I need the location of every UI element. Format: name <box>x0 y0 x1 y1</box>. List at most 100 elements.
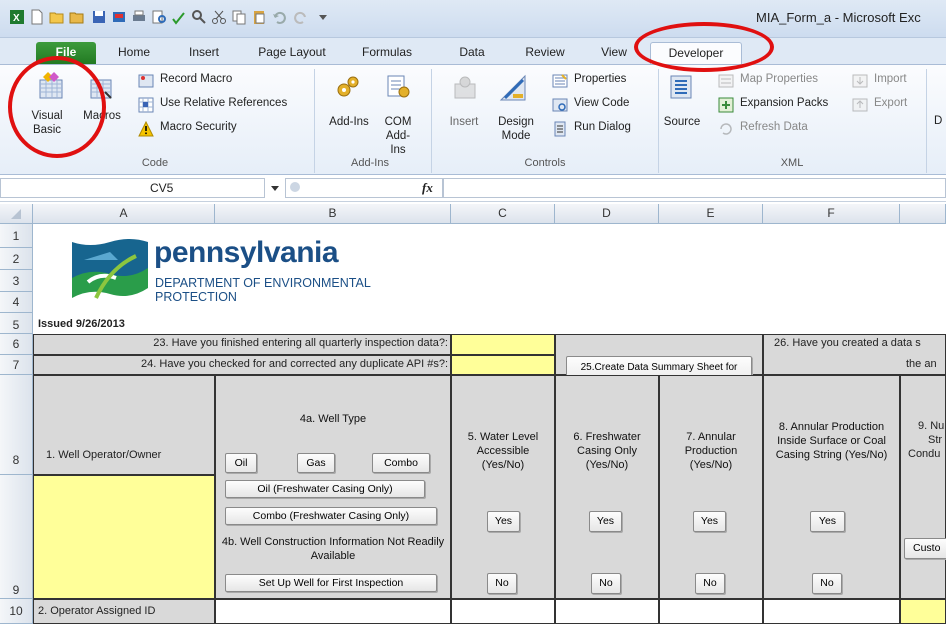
paste-icon[interactable] <box>250 8 268 26</box>
yes-button-f[interactable]: Yes <box>810 511 845 532</box>
row-header-10[interactable]: 10 <box>0 599 33 624</box>
column-header-f[interactable]: F <box>763 204 900 224</box>
save-icon[interactable] <box>90 8 108 26</box>
insert-control-icon[interactable] <box>450 73 480 103</box>
spelling-icon[interactable] <box>170 8 188 26</box>
cell-c10[interactable] <box>451 599 555 624</box>
column-header-b[interactable]: B <box>215 204 451 224</box>
map-properties-button[interactable]: Map Properties <box>740 73 818 85</box>
insert-control-button[interactable]: Insert <box>446 115 482 129</box>
construction-info-header: 4b. Well Construction Information Not Re… <box>221 536 445 562</box>
select-all-corner[interactable] <box>0 204 33 224</box>
custom-button[interactable]: Custo <box>904 538 946 559</box>
properties-button[interactable]: Properties <box>574 73 626 85</box>
column-header-a[interactable]: A <box>33 204 215 224</box>
operator-assigned-id-label: 2. Operator Assigned ID <box>38 605 156 617</box>
expansion-packs-button[interactable]: Expansion Packs <box>740 97 828 109</box>
email-icon[interactable] <box>110 8 128 26</box>
source-button[interactable]: Source <box>662 115 702 129</box>
excel-logo-icon[interactable]: X <box>8 8 26 26</box>
tab-insert[interactable]: Insert <box>182 42 226 64</box>
redo-icon[interactable] <box>292 8 310 26</box>
cell-f10[interactable] <box>763 599 900 624</box>
add-ins-icon[interactable] <box>334 73 362 101</box>
row-header-9[interactable]: 9 <box>0 475 33 599</box>
combo-freshwater-button[interactable]: Combo (Freshwater Casing Only) <box>225 507 437 525</box>
row-header-7[interactable]: 7 <box>0 355 33 375</box>
print-icon[interactable] <box>130 8 148 26</box>
column-header-e[interactable]: E <box>659 204 763 224</box>
properties-icon <box>552 73 568 89</box>
view-code-button[interactable]: View Code <box>574 97 629 109</box>
design-mode-button[interactable]: Design Mode <box>494 115 538 143</box>
title-bar: X MIA_Form_a - Microsoft Exc <box>0 0 946 38</box>
logo-title: pennsylvania <box>154 236 339 269</box>
refresh-data-button[interactable]: Refresh Data <box>740 121 808 133</box>
well-operator-input[interactable] <box>33 475 215 599</box>
export-button[interactable]: Export <box>874 97 907 109</box>
yes-button-d[interactable]: Yes <box>589 511 622 532</box>
com-add-ins-button[interactable]: COM Add-Ins <box>380 115 416 157</box>
formula-input[interactable] <box>443 178 946 198</box>
row-header-2[interactable]: 2 <box>0 248 33 270</box>
add-ins-button[interactable]: Add-Ins <box>324 115 374 129</box>
oil-freshwater-button[interactable]: Oil (Freshwater Casing Only) <box>225 480 425 498</box>
row-header-5[interactable]: 5 <box>0 313 33 334</box>
tab-view[interactable]: View <box>596 42 632 64</box>
column-header-d[interactable]: D <box>555 204 659 224</box>
no-button-c[interactable]: No <box>487 573 517 594</box>
open-icon[interactable] <box>48 8 66 26</box>
import-button[interactable]: Import <box>874 73 907 85</box>
gas-button[interactable]: Gas <box>297 453 335 473</box>
record-macro-button[interactable]: Record Macro <box>160 73 232 85</box>
cell-b10[interactable] <box>215 599 451 624</box>
row-header-6[interactable]: 6 <box>0 334 33 355</box>
answer-23-input[interactable] <box>451 334 555 355</box>
yes-button-e[interactable]: Yes <box>693 511 726 532</box>
no-button-f[interactable]: No <box>812 573 842 594</box>
open-folder-icon[interactable] <box>68 8 86 26</box>
partial-group-label: D <box>934 115 943 127</box>
tab-review[interactable]: Review <box>520 42 570 64</box>
com-add-ins-icon[interactable] <box>384 73 412 101</box>
insert-function-button[interactable]: fx <box>422 180 433 196</box>
col-g-cell <box>900 375 946 599</box>
no-button-e[interactable]: No <box>695 573 725 594</box>
column-header-c[interactable]: C <box>451 204 555 224</box>
water-level-header: 5. Water Level Accessible (Yes/No) <box>467 431 539 471</box>
annotation-circle-developer-tab <box>634 22 774 72</box>
cell-d10[interactable] <box>555 599 659 624</box>
undo-icon[interactable] <box>270 8 288 26</box>
answer-24-input[interactable] <box>451 355 555 375</box>
source-icon[interactable] <box>668 73 696 101</box>
cell-e10[interactable] <box>659 599 763 624</box>
row-header-4[interactable]: 4 <box>0 292 33 313</box>
use-relative-references-button[interactable]: Use Relative References <box>160 97 287 109</box>
set-up-well-button[interactable]: Set Up Well for First Inspection <box>225 574 437 592</box>
copy-icon[interactable] <box>230 8 248 26</box>
cell-g10[interactable] <box>900 599 946 624</box>
name-box[interactable] <box>0 178 265 198</box>
cut-icon[interactable] <box>210 8 228 26</box>
yes-button-c[interactable]: Yes <box>487 511 520 532</box>
macro-security-button[interactable]: Macro Security <box>160 121 237 133</box>
find-icon[interactable] <box>190 8 208 26</box>
tab-home[interactable]: Home <box>112 42 156 64</box>
name-box-dropdown-icon[interactable] <box>268 180 282 196</box>
row-header-3[interactable]: 3 <box>0 270 33 292</box>
print-preview-icon[interactable] <box>150 8 168 26</box>
tab-page-layout[interactable]: Page Layout <box>252 42 332 64</box>
no-button-d[interactable]: No <box>591 573 621 594</box>
row-header-1[interactable]: 1 <box>0 224 33 248</box>
run-dialog-button[interactable]: Run Dialog <box>574 121 631 133</box>
oil-button[interactable]: Oil <box>225 453 257 473</box>
customize-qat-icon[interactable] <box>314 8 332 26</box>
formula-bar-handle-icon[interactable] <box>290 182 300 192</box>
design-mode-icon[interactable] <box>498 73 528 103</box>
combo-button[interactable]: Combo <box>372 453 430 473</box>
tab-data[interactable]: Data <box>452 42 492 64</box>
row-header-8[interactable]: 8 <box>0 375 33 475</box>
new-icon[interactable] <box>28 8 46 26</box>
tab-formulas[interactable]: Formulas <box>356 42 418 64</box>
column-header-g[interactable] <box>900 204 946 224</box>
